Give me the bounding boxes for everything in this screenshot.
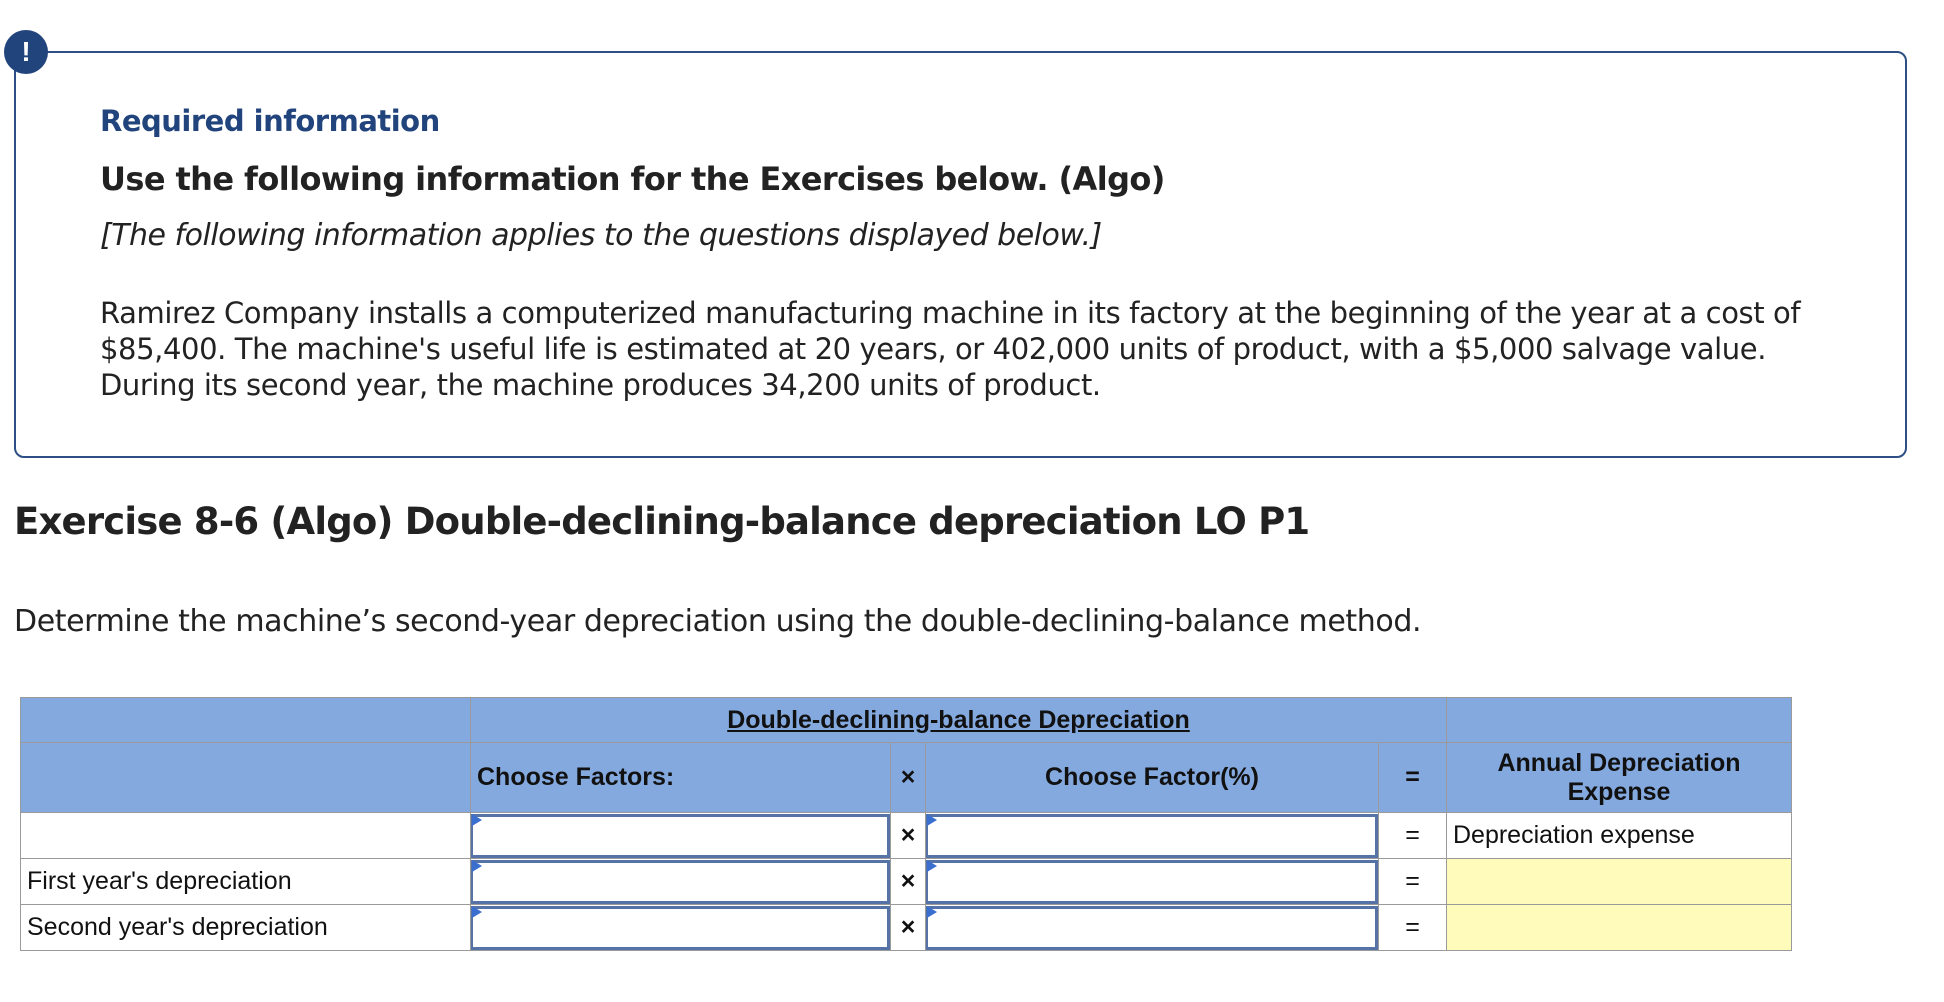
multiply-sign: × [890, 858, 926, 905]
scenario-text: Ramirez Company installs a computerized … [100, 296, 1801, 402]
row-label: First year's depreciation [20, 858, 471, 905]
row-label [20, 812, 471, 859]
factor-pct-input-cell [925, 904, 1379, 951]
table-row: × = Depreciation expense [20, 812, 1792, 859]
column-header-result: Annual Depreciation Expense [1446, 742, 1792, 813]
applies-note: [The following information applies to th… [100, 218, 1102, 253]
result-label: Depreciation expense [1446, 812, 1792, 859]
first-year-depreciation-answer[interactable] [1446, 858, 1792, 905]
row-label: Second year's depreciation [20, 904, 471, 951]
dropdown-indicator-icon [472, 906, 482, 918]
factor-input-cell [470, 858, 891, 905]
header-blank-right [1446, 697, 1792, 743]
equals-sign: = [1378, 904, 1447, 951]
column-header-multiply: × [890, 742, 926, 813]
dropdown-indicator-icon [927, 906, 937, 918]
factor-input-cell [470, 812, 891, 859]
factor-pct-input-cell [925, 812, 1379, 859]
dropdown-indicator-icon [927, 860, 937, 872]
exercise-title: Exercise 8-6 (Algo) Double-declining-bal… [14, 500, 1310, 543]
factor-pct-input[interactable] [926, 905, 1378, 950]
info-heading: Use the following information for the Ex… [100, 160, 1165, 198]
factor-input[interactable] [471, 905, 890, 950]
factor-pct-input-cell [925, 858, 1379, 905]
dropdown-indicator-icon [472, 860, 482, 872]
column-header-equals: = [1378, 742, 1447, 813]
exclamation-icon: ! [4, 30, 48, 74]
depreciation-table: Double-declining-balance Depreciation Ch… [20, 697, 1792, 951]
column-header-factors: Choose Factors: [470, 742, 891, 813]
table-row: First year's depreciation × = [20, 858, 1792, 905]
required-info-label: Required information [100, 104, 440, 138]
dropdown-indicator-icon [927, 814, 937, 826]
column-header-blank [20, 742, 471, 813]
multiply-sign: × [890, 904, 926, 951]
factor-pct-input[interactable] [926, 859, 1378, 904]
factor-input[interactable] [471, 859, 890, 904]
table-title: Double-declining-balance Depreciation [470, 697, 1447, 743]
factor-input-cell [470, 904, 891, 951]
exercise-instruction: Determine the machine’s second-year depr… [14, 604, 1422, 639]
table-row: Second year's depreciation × = [20, 904, 1792, 951]
multiply-sign: × [890, 812, 926, 859]
header-blank [20, 697, 471, 743]
equals-sign: = [1378, 812, 1447, 859]
equals-sign: = [1378, 858, 1447, 905]
factor-pct-input[interactable] [926, 813, 1378, 858]
second-year-depreciation-answer[interactable] [1446, 904, 1792, 951]
column-header-factor-pct: Choose Factor(%) [925, 742, 1379, 813]
dropdown-indicator-icon [472, 814, 482, 826]
factor-input[interactable] [471, 813, 890, 858]
